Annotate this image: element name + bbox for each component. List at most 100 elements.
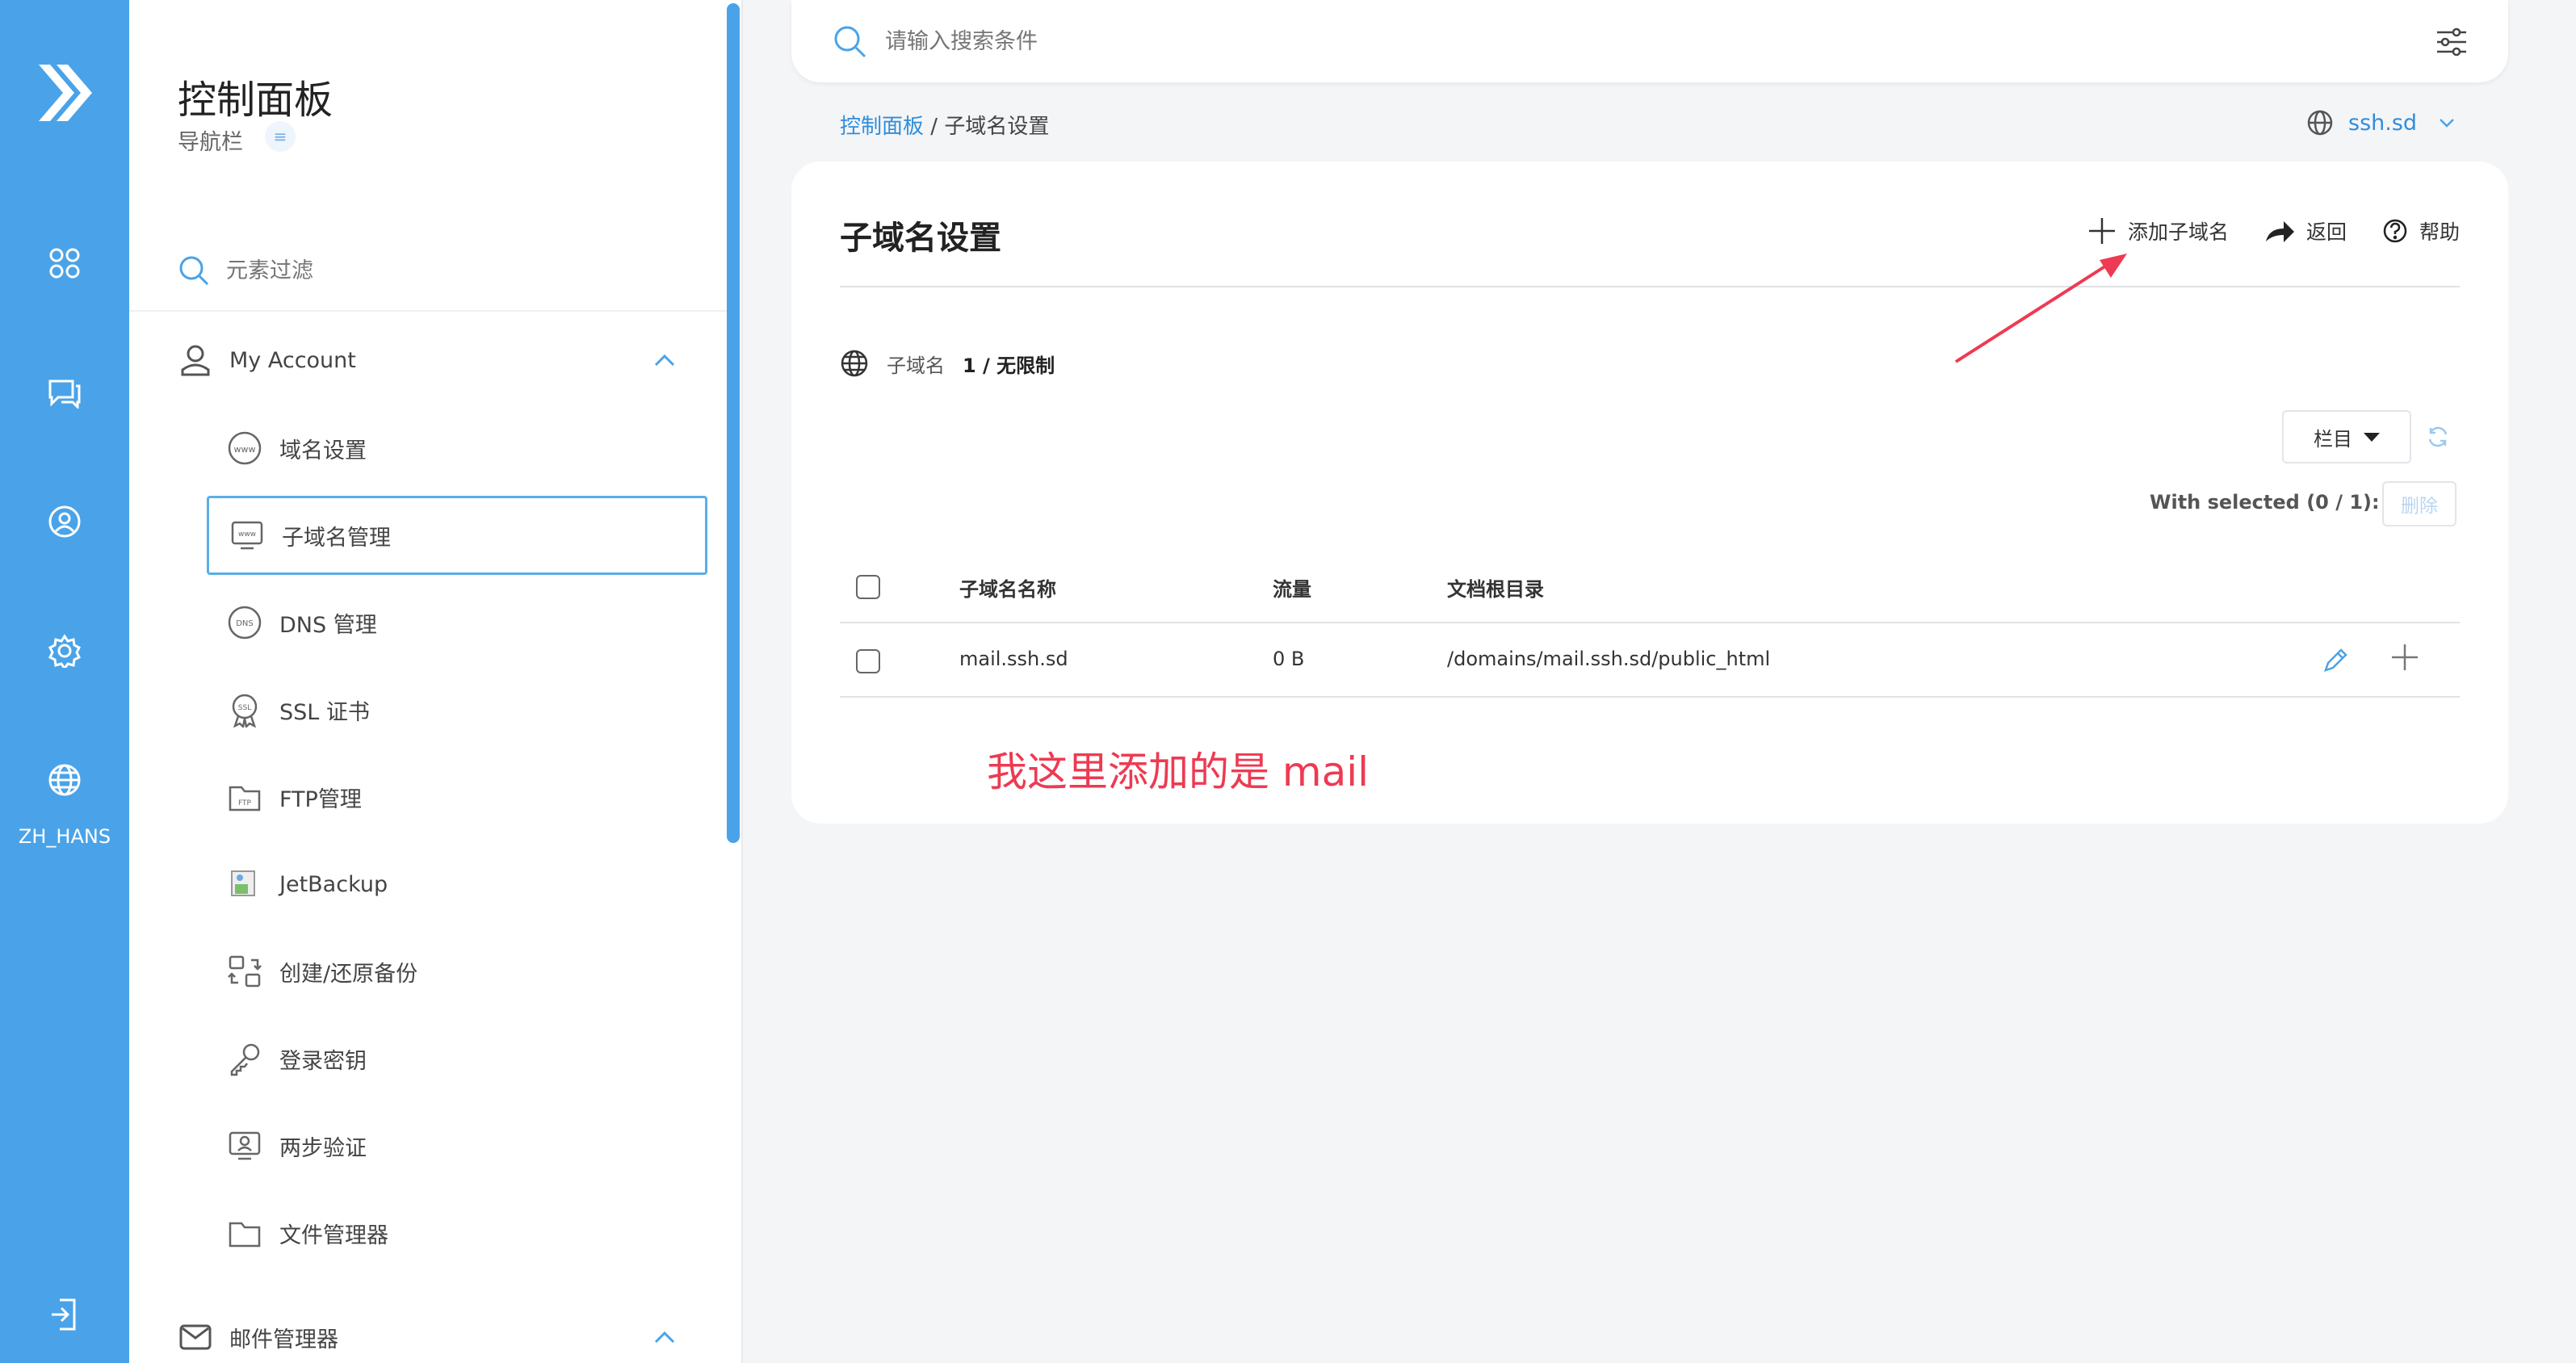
breadcrumb-root-link[interactable]: 控制面板 — [840, 115, 924, 139]
nav-group-label: 邮件管理器 — [229, 1327, 338, 1353]
globe-icon[interactable] — [40, 756, 89, 804]
nav-subtitle: 导航栏 — [178, 130, 243, 155]
svg-text:SSL: SSL — [238, 704, 251, 712]
collapse-nav-icon[interactable]: ≡ — [265, 121, 296, 152]
sidebar-item-dns[interactable]: DNS DNS 管理 — [207, 583, 707, 662]
annotation-text: 我这里添加的是 mail — [987, 749, 1370, 795]
dashboard-icon[interactable] — [40, 239, 89, 287]
svg-text:DNS: DNS — [236, 619, 254, 628]
columns-button-label: 栏目 — [2314, 427, 2352, 451]
column-header-docroot[interactable]: 文档根目录 — [1447, 573, 1544, 602]
domain-selector-value: ssh.sd — [2348, 110, 2418, 136]
heading-divider — [840, 286, 2460, 287]
delete-button[interactable]: 删除 — [2382, 481, 2456, 526]
nav-filter-input[interactable] — [226, 258, 630, 283]
nav-divider — [129, 310, 727, 312]
breadcrumb: 控制面板 / 子域名设置 — [840, 110, 1049, 140]
breadcrumb-separator: / — [924, 115, 945, 139]
subdomain-count-stat: 子域名 1 / 无限制 — [840, 349, 1055, 378]
add-subdomain-label: 添加子域名 — [2127, 220, 2229, 244]
nav-scrollbar[interactable] — [727, 3, 740, 843]
page-title: 子域名设置 — [840, 220, 1001, 257]
chevron-down-icon — [2440, 119, 2454, 128]
back-button[interactable]: 返回 — [2264, 216, 2347, 245]
sidebar-item-label: FTP管理 — [279, 786, 362, 812]
row-checkbox[interactable] — [856, 649, 880, 673]
column-header-traffic[interactable]: 流量 — [1273, 573, 1311, 602]
sidebar-item-label: SSL 证书 — [279, 699, 370, 725]
language-label[interactable]: ZH_HANS — [0, 825, 129, 848]
nav-group-label: My Account — [229, 347, 356, 373]
sidebar-item-file-manager[interactable]: 文件管理器 — [207, 1193, 707, 1273]
help-button[interactable]: 帮助 — [2382, 216, 2460, 245]
sidebar-item-two-factor[interactable]: 两步验证 — [207, 1106, 707, 1185]
sidebar-item-login-keys[interactable]: 登录密钥 — [207, 1019, 707, 1098]
monitor-www-icon: www — [229, 517, 266, 554]
nav-title: 控制面板 — [178, 78, 334, 123]
nav-group-mail-manager[interactable]: 邮件管理器 — [178, 1313, 703, 1361]
svg-text:www: www — [234, 444, 256, 455]
logo-icon[interactable] — [32, 57, 97, 129]
filter-sliders-icon[interactable] — [2435, 26, 2468, 58]
global-search-bar — [791, 0, 2508, 82]
sidebar-item-backup[interactable]: 创建/还原备份 — [207, 932, 707, 1011]
user-icon — [178, 342, 213, 378]
pencil-icon[interactable] — [2321, 646, 2350, 675]
table-header-row: 子域名名称 流量 文档根目录 — [840, 549, 2460, 623]
key-icon — [226, 1040, 263, 1077]
refresh-icon[interactable] — [2426, 425, 2450, 449]
sidebar-item-ssl[interactable]: SSL SSL 证书 — [207, 670, 707, 749]
two-factor-icon — [226, 1127, 263, 1164]
table-row: mail.ssh.sd 0 B /domains/mail.ssh.sd/pub… — [840, 623, 2460, 698]
sidebar-item-label: 子域名管理 — [282, 525, 391, 551]
chevron-up-icon[interactable] — [651, 347, 678, 380]
sidebar-item-label: 创建/还原备份 — [279, 961, 418, 987]
dns-icon: DNS — [226, 604, 263, 641]
sidebar-item-ftp[interactable]: FTP FTP管理 — [207, 757, 707, 837]
subdomain-table: 子域名名称 流量 文档根目录 mail.ssh.sd 0 B /domains/… — [840, 549, 2460, 698]
ftp-folder-icon: FTP — [226, 778, 263, 816]
help-icon — [2383, 219, 2407, 243]
nav-group-my-account[interactable]: My Account — [178, 336, 703, 384]
mail-icon — [178, 1319, 213, 1355]
svg-text:FTP: FTP — [238, 799, 252, 807]
help-label: 帮助 — [2419, 220, 2460, 244]
domain-selector[interactable]: ssh.sd — [2306, 107, 2457, 139]
card-actions: 添加子域名 返回 帮助 — [2052, 216, 2460, 245]
plus-icon[interactable] — [2389, 641, 2421, 673]
traffic-cell: 0 B — [1273, 648, 1305, 670]
docroot-cell: /domains/mail.ssh.sd/public_html — [1447, 648, 1771, 670]
sidebar-item-label: 两步验证 — [279, 1135, 367, 1161]
backup-icon — [226, 953, 263, 990]
chevron-up-icon[interactable] — [651, 1324, 678, 1357]
left-rail: ZH_HANS — [0, 0, 129, 1363]
www-icon: www — [226, 430, 263, 467]
add-subdomain-button[interactable]: 添加子域名 — [2087, 216, 2229, 245]
globe-icon — [2307, 110, 2333, 136]
sidebar-item-label: 文件管理器 — [279, 1223, 388, 1248]
sidebar-item-label: 登录密钥 — [279, 1048, 367, 1074]
ssl-badge-icon: SSL — [226, 691, 263, 728]
navigation-sidebar: 控制面板 导航栏 ≡ My Account www 域名设置 www 子域名管理… — [129, 0, 743, 1363]
nav-filter — [178, 246, 678, 295]
search-input[interactable] — [885, 28, 2177, 54]
sidebar-item-subdomain-management[interactable]: www 子域名管理 — [207, 496, 707, 575]
sidebar-item-domain-settings[interactable]: www 域名设置 — [207, 409, 707, 488]
column-header-name[interactable]: 子域名名称 — [959, 573, 1056, 602]
breadcrumb-current: 子域名设置 — [944, 115, 1050, 139]
folder-icon — [226, 1214, 263, 1252]
select-all-checkbox[interactable] — [856, 575, 880, 599]
with-selected-label: With selected (0 / 1): — [2150, 491, 2380, 514]
stat-value: 1 / 无限制 — [963, 354, 1055, 377]
back-label: 返回 — [2305, 220, 2347, 244]
share-arrow-icon — [2265, 221, 2294, 242]
subdomain-name-cell: mail.ssh.sd — [959, 648, 1068, 670]
settings-icon[interactable] — [40, 627, 89, 675]
sidebar-item-jetbackup[interactable]: JetBackup — [207, 845, 707, 924]
globe-icon — [841, 350, 868, 377]
logout-icon[interactable] — [40, 1290, 89, 1339]
chat-icon[interactable] — [40, 368, 89, 417]
account-icon[interactable] — [40, 497, 89, 546]
columns-dropdown-button[interactable]: 栏目 — [2282, 410, 2411, 463]
broken-image-icon — [226, 866, 263, 903]
